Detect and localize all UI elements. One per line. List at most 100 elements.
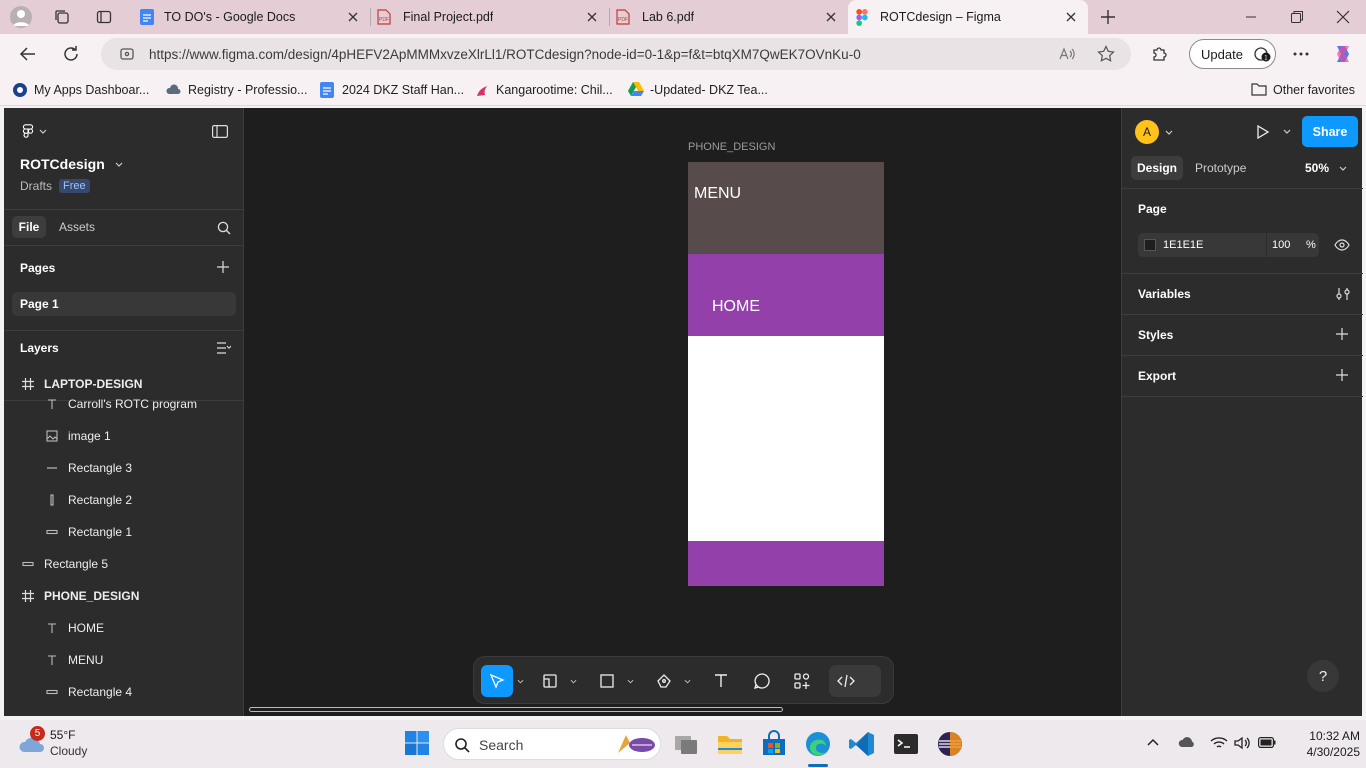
site-info-icon[interactable]: [119, 46, 135, 62]
page-opacity[interactable]: 100: [1272, 239, 1290, 251]
refresh-icon[interactable]: [62, 45, 80, 63]
file-explorer-icon[interactable]: [716, 730, 744, 758]
chevron-down-icon[interactable]: [625, 665, 635, 697]
taskbar-search[interactable]: Search: [443, 728, 661, 760]
hidden-icons-chevron-up-icon[interactable]: [1147, 738, 1159, 746]
phone-design-frame[interactable]: MENU HOME: [688, 162, 884, 586]
address-bar[interactable]: https://www.figma.com/design/4pHEFV2ApMM…: [101, 38, 1131, 70]
browser-tab-2[interactable]: PDF Final Project.pdf: [371, 0, 609, 34]
clock-time[interactable]: 10:32 AM: [1290, 729, 1360, 743]
visibility-eye-icon[interactable]: [1334, 239, 1350, 251]
layer-row[interactable]: PHONE_DESIGN: [4, 580, 244, 612]
page-fill-row[interactable]: 1E1E1E 100 %: [1138, 233, 1319, 257]
chevron-down-icon[interactable]: [1283, 129, 1291, 134]
copilot-icon[interactable]: [1332, 43, 1354, 65]
other-favorites[interactable]: Other favorites: [1251, 82, 1355, 98]
color-swatch[interactable]: [1144, 239, 1156, 251]
tab-design[interactable]: Design: [1131, 156, 1183, 180]
eclipse-icon[interactable]: [936, 730, 964, 758]
frame-tool-icon[interactable]: [538, 665, 562, 697]
file-name-row[interactable]: ROTCdesign: [20, 156, 123, 172]
layer-row[interactable]: Rectangle 3: [4, 452, 244, 484]
edge-browser-icon[interactable]: [804, 730, 832, 758]
layer-row[interactable]: image 1: [4, 420, 244, 452]
layer-row[interactable]: HOME: [4, 612, 244, 644]
zoom-dropdown[interactable]: 50%: [1305, 161, 1347, 175]
more-options-icon[interactable]: [1293, 52, 1309, 56]
favorite-kangarootime[interactable]: Kangarootime: Chil...: [474, 82, 613, 98]
canvas[interactable]: PHONE_DESIGN MENU HOME: [245, 108, 1121, 716]
back-arrow-icon[interactable]: [19, 45, 37, 63]
terminal-icon[interactable]: [892, 730, 920, 758]
user-menu[interactable]: A: [1135, 120, 1173, 144]
search-icon[interactable]: [217, 221, 231, 235]
page-color-hex[interactable]: 1E1E1E: [1163, 239, 1203, 251]
add-export-plus-icon[interactable]: [1336, 369, 1348, 381]
move-tool-button[interactable]: [481, 665, 513, 697]
battery-icon[interactable]: [1258, 737, 1276, 748]
layer-row[interactable]: Rectangle 1: [4, 516, 244, 548]
microsoft-store-icon[interactable]: [760, 730, 788, 758]
chevron-down-icon[interactable]: [568, 665, 578, 697]
layer-row[interactable]: Rectangle 5: [4, 548, 244, 580]
onedrive-cloud-icon[interactable]: [1178, 736, 1196, 748]
pen-tool-icon[interactable]: [652, 665, 676, 697]
layer-row[interactable]: MENU: [4, 644, 244, 676]
chevron-down-icon[interactable]: [515, 665, 525, 697]
share-button[interactable]: Share: [1302, 116, 1358, 147]
help-button[interactable]: ?: [1307, 660, 1339, 692]
update-button[interactable]: Update 1: [1189, 39, 1276, 69]
export-header[interactable]: Export: [1138, 369, 1176, 383]
close-window-icon[interactable]: [1336, 10, 1350, 24]
present-play-icon[interactable]: [1256, 124, 1270, 140]
main-menu-button[interactable]: [22, 124, 47, 139]
variables-header[interactable]: Variables: [1138, 287, 1191, 301]
text-tool-icon[interactable]: [709, 665, 733, 697]
vscode-icon[interactable]: [848, 730, 876, 758]
profile-icon[interactable]: [10, 6, 32, 28]
frame-label[interactable]: PHONE_DESIGN: [688, 141, 775, 153]
toggle-sidebar-icon[interactable]: [212, 125, 228, 138]
favorite-registry[interactable]: Registry - Professio...: [166, 82, 307, 98]
collections-icon[interactable]: [54, 9, 70, 25]
tab-assets[interactable]: Assets: [59, 220, 95, 234]
close-tab-icon[interactable]: [1064, 10, 1078, 24]
volume-icon[interactable]: [1234, 736, 1250, 750]
new-tab-plus-icon[interactable]: [1100, 9, 1116, 25]
layer-row[interactable]: Carroll's ROTC program: [4, 388, 244, 420]
favorite-my-apps[interactable]: My Apps Dashboar...: [12, 82, 149, 98]
tab-actions-icon[interactable]: [96, 9, 112, 25]
home-text[interactable]: HOME: [712, 298, 760, 316]
favorite-updated-dkz[interactable]: -Updated- DKZ Tea...: [628, 82, 768, 98]
restore-window-icon[interactable]: [1290, 10, 1304, 24]
close-tab-icon[interactable]: [824, 10, 838, 24]
favorite-star-icon[interactable]: [1097, 45, 1115, 63]
clock-date[interactable]: 4/30/2025: [1290, 745, 1360, 759]
styles-header[interactable]: Styles: [1138, 328, 1173, 342]
drafts-label[interactable]: Drafts: [20, 179, 52, 193]
layer-row[interactable]: Rectangle 2: [4, 484, 244, 516]
browser-tab-4-active[interactable]: ROTCdesign – Figma: [848, 0, 1088, 34]
chevron-down-icon[interactable]: [682, 665, 692, 697]
close-tab-icon[interactable]: [585, 10, 599, 24]
layer-row[interactable]: Rectangle 4: [4, 676, 244, 708]
home-rectangle[interactable]: HOME: [688, 254, 884, 336]
read-aloud-icon[interactable]: [1058, 46, 1076, 62]
tab-file[interactable]: File: [12, 216, 46, 238]
add-style-plus-icon[interactable]: [1336, 328, 1348, 340]
minimize-window-icon[interactable]: [1244, 10, 1258, 24]
favorite-staff-handbook[interactable]: 2024 DKZ Staff Han...: [320, 82, 464, 98]
collapse-layers-icon[interactable]: [217, 342, 231, 354]
task-view-icon[interactable]: [672, 730, 700, 758]
browser-tab-1[interactable]: TO DO's - Google Docs: [132, 0, 370, 34]
variables-settings-icon[interactable]: [1336, 287, 1350, 301]
menu-rectangle[interactable]: MENU: [688, 162, 884, 254]
tab-prototype[interactable]: Prototype: [1195, 161, 1246, 175]
menu-text[interactable]: MENU: [694, 185, 741, 203]
body-rectangle[interactable]: [688, 336, 884, 541]
browser-tab-3[interactable]: PDF Lab 6.pdf: [610, 0, 848, 34]
dev-mode-toggle[interactable]: [829, 665, 881, 697]
footer-rectangle-4[interactable]: [688, 541, 884, 586]
comment-tool-icon[interactable]: [750, 665, 774, 697]
extensions-puzzle-icon[interactable]: [1151, 45, 1169, 63]
